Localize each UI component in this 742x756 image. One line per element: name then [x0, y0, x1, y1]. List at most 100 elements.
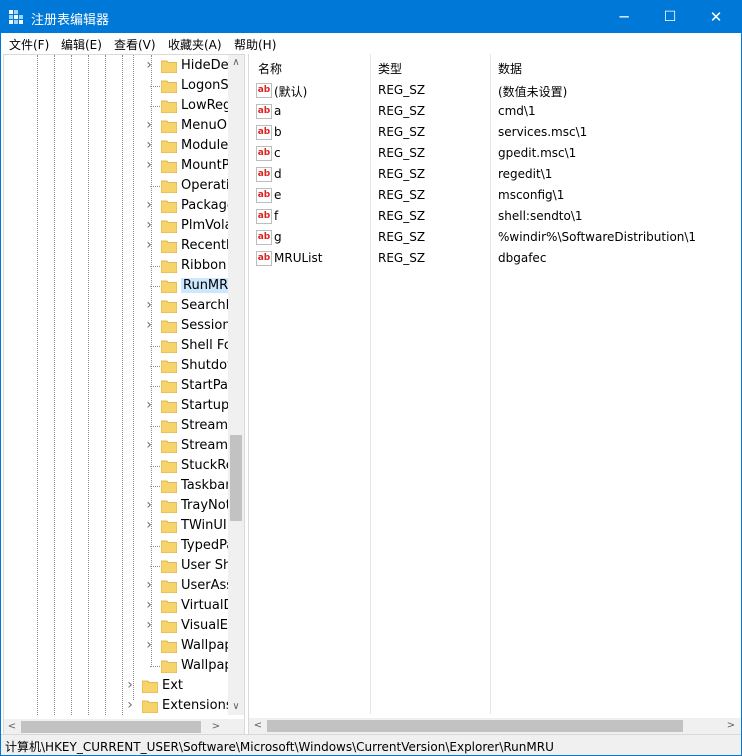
tree-item[interactable]: Wallpaper — [4, 656, 228, 676]
tree-item-label: Wallpapers — [181, 638, 228, 653]
tree-hscroll-thumb[interactable] — [21, 721, 201, 733]
tree-item[interactable]: Shutdown — [4, 356, 228, 376]
scroll-left-arrow-icon[interactable]: < — [250, 718, 266, 734]
tree-item[interactable]: › Ext — [4, 676, 228, 696]
tree-item[interactable]: › SearchPlatform — [4, 296, 228, 316]
folder-icon — [161, 80, 177, 93]
tree-item[interactable]: TypedPaths — [4, 536, 228, 556]
tree-item-label: LogonStats — [181, 78, 228, 93]
tree-vscroll-thumb[interactable] — [230, 435, 242, 521]
value-type: REG_SZ — [378, 167, 426, 181]
expand-chevron-icon[interactable]: › — [144, 198, 154, 212]
menu-favorites[interactable]: 收藏夹(A) — [168, 36, 222, 53]
value-row[interactable]: ab d REG_SZ regedit\1 — [249, 164, 719, 185]
expand-chevron-icon[interactable]: › — [144, 138, 154, 152]
value-row[interactable]: ab MRUList REG_SZ dbgafec — [249, 248, 719, 269]
list-horizontal-scrollbar[interactable]: < > — [249, 718, 741, 734]
expand-chevron-icon[interactable]: › — [144, 598, 154, 612]
tree-item[interactable]: OperationStatusManager — [4, 176, 228, 196]
tree-item[interactable]: › StartupApproved — [4, 396, 228, 416]
scroll-right-arrow-icon[interactable]: > — [723, 718, 739, 734]
value-row[interactable]: ab f REG_SZ shell:sendto\1 — [249, 206, 719, 227]
expand-chevron-icon[interactable]: › — [144, 578, 154, 592]
value-row[interactable]: ab e REG_SZ msconfig\1 — [249, 185, 719, 206]
expand-chevron-icon[interactable]: › — [144, 238, 154, 252]
tree-item[interactable]: Taskband — [4, 476, 228, 496]
tree-item[interactable]: LowRegistry — [4, 96, 228, 116]
value-list-pane[interactable]: 名称 类型 数据 ab (默认) REG_SZ (数值未设置) ab a REG_SZ cmd… — [248, 54, 741, 734]
value-row[interactable]: ab b REG_SZ services.msc\1 — [249, 122, 719, 143]
column-header-name[interactable]: 名称 — [258, 60, 282, 77]
list-hscroll-thumb[interactable] — [267, 720, 683, 732]
maximize-button[interactable]: ☐ — [647, 1, 693, 33]
expand-chevron-icon[interactable]: › — [144, 618, 154, 632]
expand-chevron-icon[interactable]: › — [144, 638, 154, 652]
tree-horizontal-scrollbar[interactable]: < > — [4, 719, 228, 735]
menu-help[interactable]: 帮助(H) — [234, 36, 276, 53]
tree-item[interactable]: › UserAssist — [4, 576, 228, 596]
title-bar[interactable]: 注册表编辑器 ─ ☐ ✕ — [1, 1, 741, 33]
value-row[interactable]: ab a REG_SZ cmd\1 — [249, 101, 719, 122]
scroll-right-arrow-icon[interactable]: > — [208, 719, 224, 735]
tree-item[interactable]: Shell Folders — [4, 336, 228, 356]
value-row[interactable]: ab (默认) REG_SZ (数值未设置) — [249, 80, 719, 101]
expand-chevron-icon[interactable]: › — [144, 438, 154, 452]
column-header-data[interactable]: 数据 — [498, 60, 522, 77]
tree-item[interactable]: › Streams — [4, 436, 228, 456]
tree-connector — [150, 186, 160, 187]
tree-item[interactable]: › MenuOrder — [4, 116, 228, 136]
scroll-down-arrow-icon[interactable]: ∨ — [228, 699, 244, 715]
column-header-type[interactable]: 类型 — [378, 60, 402, 77]
value-row[interactable]: ab c REG_SZ gpedit.msc\1 — [249, 143, 719, 164]
tree-item[interactable]: RunMRU — [4, 276, 228, 296]
string-value-icon: ab — [256, 104, 272, 119]
tree-vertical-scrollbar[interactable]: ∧ ∨ — [228, 55, 244, 715]
scroll-left-arrow-icon[interactable]: < — [4, 719, 20, 735]
tree-item[interactable]: StuckRects3 — [4, 456, 228, 476]
tree-item[interactable]: › Wallpapers — [4, 636, 228, 656]
tree-item[interactable]: › RecentDocs — [4, 236, 228, 256]
tree-item[interactable]: › Modules — [4, 136, 228, 156]
key-tree-pane[interactable]: › HideDesktopIcons LogonStats LowRegistry › M… — [3, 54, 245, 736]
expand-chevron-icon[interactable]: › — [144, 218, 154, 232]
tree-item[interactable]: Ribbon — [4, 256, 228, 276]
tree-item[interactable]: › MountPoints2 — [4, 156, 228, 176]
string-value-icon: ab — [256, 251, 272, 266]
tree-item[interactable]: › VirtualDesktops — [4, 596, 228, 616]
tree-item[interactable]: › TrayNotify — [4, 496, 228, 516]
tree-item[interactable]: User Shell Folders — [4, 556, 228, 576]
tree-item[interactable]: StartPage — [4, 376, 228, 396]
expand-chevron-icon[interactable]: › — [144, 318, 154, 332]
value-type: REG_SZ — [378, 125, 426, 139]
expand-chevron-icon[interactable]: › — [144, 58, 154, 72]
close-button[interactable]: ✕ — [693, 1, 739, 33]
minimize-button[interactable]: ─ — [601, 1, 647, 33]
tree-item[interactable]: LogonStats — [4, 76, 228, 96]
tree-item-label: RecentDocs — [181, 238, 228, 253]
tree-item[interactable]: StreamMRU — [4, 416, 228, 436]
scroll-up-arrow-icon[interactable]: ∧ — [228, 55, 244, 71]
expand-chevron-icon[interactable]: › — [144, 398, 154, 412]
value-data: services.msc\1 — [498, 125, 588, 139]
menu-edit[interactable]: 编辑(E) — [61, 36, 102, 53]
tree-item[interactable]: › Extensions — [4, 696, 228, 715]
folder-icon — [161, 220, 177, 233]
tree-item[interactable]: › PlmVolatile — [4, 216, 228, 236]
expand-chevron-icon[interactable]: › — [144, 498, 154, 512]
tree-item[interactable]: › SessionInfo — [4, 316, 228, 336]
expand-chevron-icon[interactable]: › — [125, 678, 135, 692]
expand-chevron-icon[interactable]: › — [144, 158, 154, 172]
value-row[interactable]: ab g REG_SZ %windir%\SoftwareDistribution\1 — [249, 227, 719, 248]
tree-item-label: Streams — [181, 438, 228, 453]
tree-item[interactable]: › HideDesktopIcons — [4, 56, 228, 76]
folder-icon — [161, 540, 177, 553]
menu-view[interactable]: 查看(V) — [114, 36, 156, 53]
menu-file[interactable]: 文件(F) — [9, 36, 49, 53]
tree-item[interactable]: › VisualEffects — [4, 616, 228, 636]
expand-chevron-icon[interactable]: › — [144, 298, 154, 312]
expand-chevron-icon[interactable]: › — [144, 118, 154, 132]
tree-item[interactable]: › Package Installation — [4, 196, 228, 216]
expand-chevron-icon[interactable]: › — [144, 518, 154, 532]
expand-chevron-icon[interactable]: › — [125, 698, 135, 712]
tree-item[interactable]: › TWinUI — [4, 516, 228, 536]
